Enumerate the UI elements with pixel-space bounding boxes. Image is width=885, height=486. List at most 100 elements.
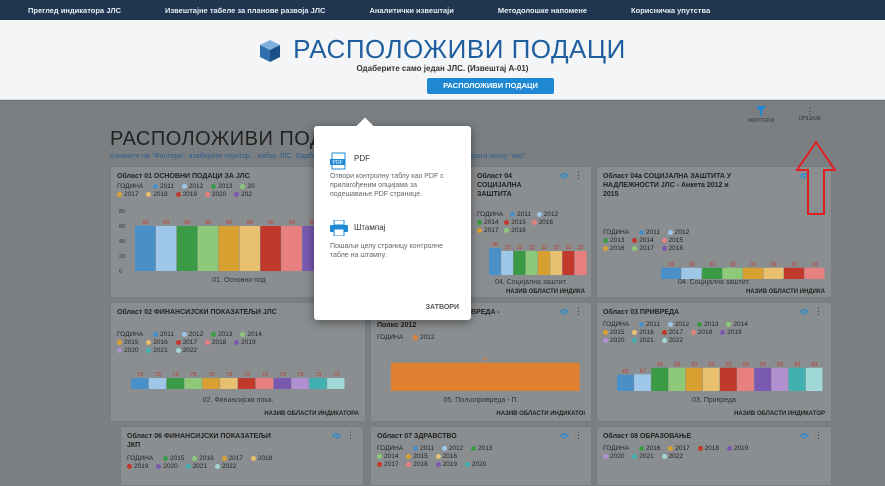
- chart-bar[interactable]: [574, 251, 587, 275]
- chart-bar[interactable]: [702, 267, 722, 279]
- chart-bar[interactable]: [763, 267, 784, 279]
- nav-report-tables[interactable]: Извештајне табеле за планове развоја ЈЛС: [165, 6, 325, 15]
- card-footer: НАЗИВ ОБЛАСТИ ИНДИКА: [505, 289, 585, 295]
- available-data-button[interactable]: РАСПОЛОЖИВИ ПОДАЦИ: [427, 78, 554, 94]
- chart-bar[interactable]: [771, 367, 789, 391]
- chart-bar[interactable]: [197, 226, 219, 271]
- chart-bar[interactable]: [720, 367, 737, 391]
- chart-bar[interactable]: [327, 378, 345, 389]
- card-legend: ГОДИНА 2011 2012 2013 2014 2015 2016 201…: [117, 331, 362, 355]
- filters-label: ФИЛТЕРИ: [748, 118, 775, 124]
- chart-bar[interactable]: [202, 378, 220, 389]
- chart-bar[interactable]: [291, 378, 309, 389]
- nav-methodology[interactable]: Методолошке напомене: [498, 6, 587, 15]
- data-label: 47: [482, 357, 488, 363]
- chart-bar[interactable]: [260, 226, 281, 271]
- more-vertical-icon[interactable]: ⋮: [574, 170, 583, 181]
- legend-label: ГОДИНА: [477, 211, 504, 218]
- chart-bar[interactable]: [784, 267, 804, 279]
- chart-bar[interactable]: [685, 367, 703, 391]
- more-vertical-icon[interactable]: ⋮: [814, 430, 823, 441]
- eye-icon[interactable]: [560, 172, 569, 181]
- chart-bar[interactable]: [309, 378, 327, 389]
- filters-tool[interactable]: ФИЛТЕРИ: [748, 106, 774, 124]
- legend-item: 2015: [668, 237, 684, 244]
- chart-bar[interactable]: [634, 374, 651, 391]
- chart-bar[interactable]: [681, 267, 702, 279]
- pdf-icon[interactable]: PDF: [330, 152, 348, 170]
- chart-bar[interactable]: [722, 267, 743, 279]
- chart-bar[interactable]: [788, 367, 806, 391]
- data-label: 73: [315, 372, 321, 378]
- data-label: 32: [812, 262, 818, 268]
- chart-bar[interactable]: [651, 367, 668, 391]
- chart-bar[interactable]: [238, 378, 256, 389]
- data-label: 73: [280, 372, 286, 378]
- more-vertical-icon[interactable]: ⋮: [574, 430, 583, 441]
- chart-bar[interactable]: [176, 226, 198, 271]
- chart-bar[interactable]: [804, 267, 825, 279]
- options-tool[interactable]: ⋮ ОПЦИЈЕ: [796, 106, 824, 122]
- close-button[interactable]: ЗАТВОРИ: [426, 304, 459, 311]
- data-label: 93: [691, 362, 697, 368]
- legend-item: 2016: [538, 219, 554, 226]
- legend-item: 2012: [419, 334, 435, 341]
- chart-bar[interactable]: [538, 251, 550, 275]
- chart-bar[interactable]: [661, 267, 681, 279]
- nav-user-guides[interactable]: Корисничка упутства: [631, 6, 710, 15]
- chart-bar[interactable]: [166, 378, 184, 389]
- chart-bar[interactable]: [668, 367, 686, 391]
- nav-indicators[interactable]: Преглед индикатора ЈЛС: [28, 6, 121, 15]
- eye-icon[interactable]: [560, 432, 569, 441]
- eye-icon[interactable]: [800, 432, 809, 441]
- chart-bar[interactable]: [702, 367, 720, 391]
- chart-bar[interactable]: [525, 251, 538, 275]
- chart-bar[interactable]: [281, 226, 302, 271]
- chart-bar[interactable]: [617, 374, 634, 391]
- chart-bar[interactable]: [255, 378, 274, 389]
- chart-bar[interactable]: [743, 267, 763, 279]
- pdf-option-title[interactable]: PDF: [354, 154, 370, 163]
- chart-bar[interactable]: [184, 378, 202, 389]
- more-vertical-icon[interactable]: ⋮: [814, 306, 823, 317]
- eye-icon[interactable]: [800, 308, 809, 317]
- chart-bar[interactable]: [489, 248, 501, 275]
- chart-bar[interactable]: [218, 226, 240, 271]
- card-caption: 04. Социјална заштит.: [495, 279, 567, 286]
- chart-bar[interactable]: [550, 251, 562, 275]
- y-tick-label: 40: [119, 239, 125, 245]
- chart-bar[interactable]: [501, 251, 513, 275]
- card-legend: ГОДИНА 2011 2012 2013 2014 2015 2016 201…: [377, 445, 592, 469]
- chart-bar[interactable]: [273, 378, 291, 389]
- legend-item: 2017: [228, 455, 244, 462]
- chart-bar[interactable]: [513, 251, 526, 275]
- data-label: 73: [173, 372, 179, 378]
- eye-icon[interactable]: [332, 432, 341, 441]
- more-vertical-icon[interactable]: ⋮: [346, 430, 355, 441]
- card-legend: ГОДИНА 2012: [377, 334, 434, 342]
- legend-item: 2011: [159, 331, 174, 338]
- chart-bar[interactable]: [754, 367, 771, 391]
- card-caption: 04. Социјална заштит.: [678, 279, 750, 286]
- chart-bar[interactable]: [220, 378, 238, 389]
- chart-bar[interactable]: [737, 367, 754, 391]
- data-label: 32: [578, 245, 584, 251]
- data-label: 32: [504, 245, 510, 251]
- more-vertical-icon[interactable]: ⋮: [574, 306, 583, 317]
- printer-icon[interactable]: [330, 220, 348, 236]
- chart-bar[interactable]: [148, 378, 167, 389]
- nav-analytics[interactable]: Аналитички извештаји: [369, 6, 453, 15]
- chart-bar[interactable]: [155, 226, 177, 271]
- eye-icon[interactable]: [560, 308, 569, 317]
- chart-bar[interactable]: [562, 251, 575, 275]
- chart-bar[interactable]: [391, 362, 580, 391]
- legend-item: 2015: [511, 219, 526, 226]
- chart-bar[interactable]: [805, 367, 823, 391]
- chart-bar[interactable]: [135, 226, 156, 271]
- data-label: 93: [760, 362, 766, 368]
- legend-item: 2022: [182, 347, 198, 354]
- chart-bar[interactable]: [131, 378, 149, 389]
- chart-bar[interactable]: [239, 226, 260, 271]
- legend-item: 2017: [124, 191, 139, 198]
- print-option-title[interactable]: Штампај: [354, 223, 385, 232]
